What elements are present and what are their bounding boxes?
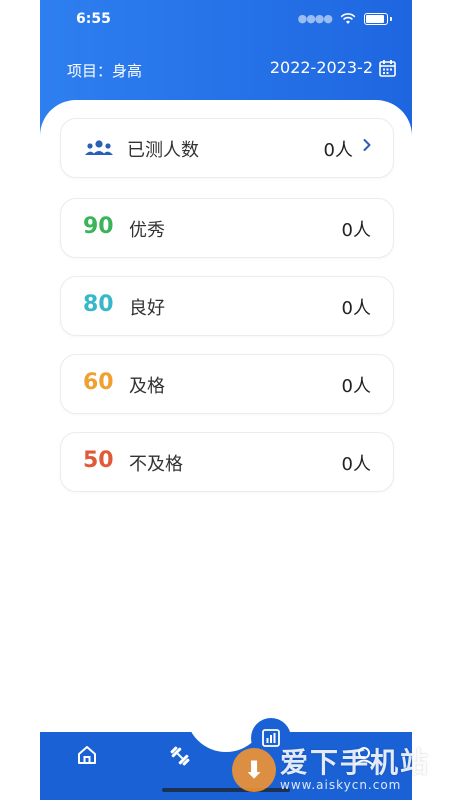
watermark-title: 爱下手机站 [280, 746, 431, 779]
watermark-url: www.aiskycn.com [280, 778, 402, 792]
project-label: 项目：身高 [67, 62, 143, 80]
tab-home[interactable] [76, 744, 98, 770]
dumbbell-icon [170, 746, 190, 766]
level-count: 0人 [341, 454, 371, 475]
people-icon [85, 140, 113, 155]
tested-count: 0人 [323, 140, 353, 161]
watermark-text: 爱下手机站 www.aiskycn.com [280, 746, 431, 793]
term-text: 2022-2023-2 [269, 58, 373, 77]
phone-screen: 6:55 ●●●● 项目：身高 2022-2023-2 已测人数 0人 90 优… [40, 0, 412, 800]
term-selector[interactable]: 2022-2023-2 [270, 58, 396, 77]
level-label: 良好 [129, 298, 165, 319]
level-label: 优秀 [129, 220, 165, 241]
level-card-good: 80 良好 0人 [60, 276, 394, 336]
status-icons: ●●●● [298, 12, 392, 25]
score-value: 50 [83, 448, 114, 473]
battery-cap [390, 16, 392, 21]
level-card-fail: 50 不及格 0人 [60, 432, 394, 492]
level-count: 0人 [341, 376, 371, 397]
chart-icon [262, 729, 280, 747]
tested-count-card[interactable]: 已测人数 0人 [60, 118, 394, 178]
score-value: 60 [83, 370, 114, 395]
level-count: 0人 [341, 220, 371, 241]
watermark-logo: ⬇ [232, 748, 276, 792]
level-label: 不及格 [129, 454, 183, 475]
chevron-right-icon [363, 139, 371, 151]
battery-icon [364, 12, 388, 25]
tested-label: 已测人数 [127, 140, 199, 161]
wifi-icon [340, 12, 356, 24]
tab-training[interactable] [168, 744, 192, 772]
level-card-pass: 60 及格 0人 [60, 354, 394, 414]
level-count: 0人 [341, 298, 371, 319]
score-value: 90 [83, 214, 114, 239]
level-label: 及格 [129, 376, 165, 397]
calendar-icon [379, 59, 396, 77]
home-icon [78, 746, 96, 764]
status-time: 6:55 [76, 11, 111, 27]
score-value: 80 [83, 292, 114, 317]
status-bar: 6:55 ●●●● [40, 0, 412, 40]
watermark: ⬇ 爱下手机站 www.aiskycn.com [232, 748, 430, 792]
signal-icon: ●●●● [297, 12, 333, 25]
level-card-excellent: 90 优秀 0人 [60, 198, 394, 258]
